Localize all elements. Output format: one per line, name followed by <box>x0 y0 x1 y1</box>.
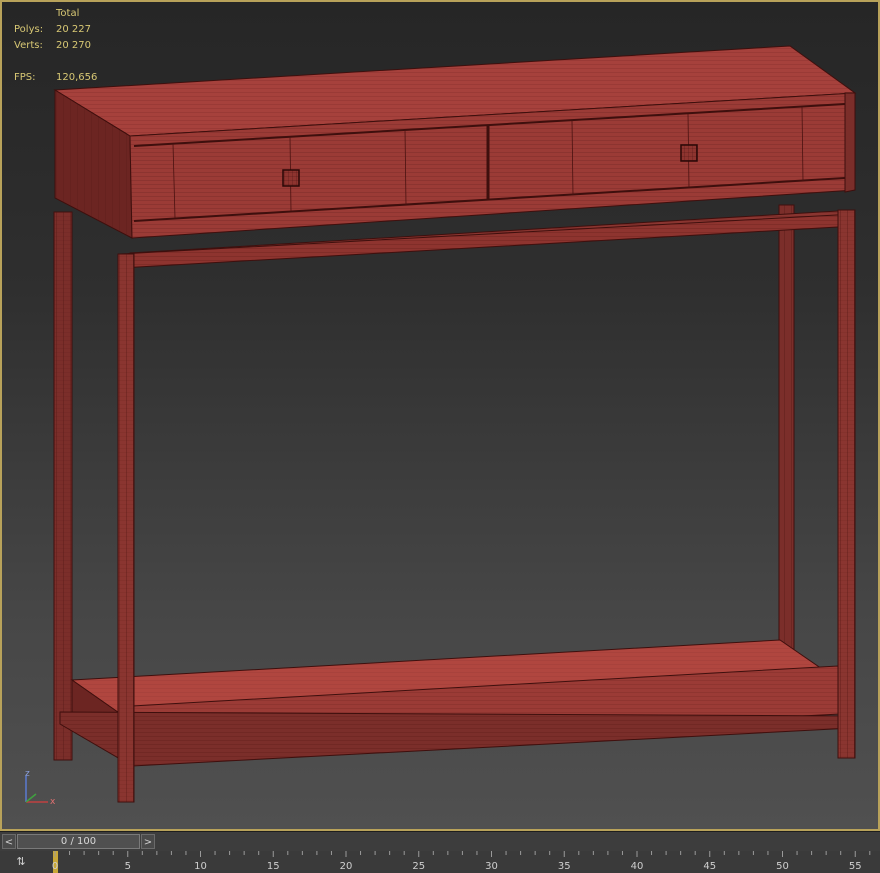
time-slider[interactable]: 0 / 100 <box>17 834 140 849</box>
right-drawer-knob <box>680 144 698 162</box>
polys-value: 20 227 <box>56 24 91 35</box>
stats-header: Total <box>56 8 80 19</box>
ruler-label: 45 <box>703 861 716 872</box>
next-frame-button[interactable]: > <box>141 834 155 849</box>
verts-value: 20 270 <box>56 40 91 51</box>
ruler-label: 25 <box>412 861 425 872</box>
axis-tripod-icon: z x <box>25 769 56 807</box>
ruler-label: 30 <box>485 861 498 872</box>
viewport-statistics: Total Polys: 20 227 Verts: 20 270 FPS: 120,… <box>14 6 97 86</box>
axis-z-label: z <box>25 769 30 779</box>
front-left-leg <box>117 253 135 803</box>
back-right-leg <box>778 204 795 651</box>
left-drawer-knob <box>282 169 300 187</box>
axis-x-label: x <box>50 797 56 807</box>
ruler-label: 0 <box>52 861 58 872</box>
ruler-label: 15 <box>267 861 280 872</box>
tabletop-box <box>53 45 857 239</box>
ruler-label: 40 <box>631 861 644 872</box>
perspective-viewport[interactable]: Total Polys: 20 227 Verts: 20 270 FPS: 120,… <box>0 0 880 831</box>
verts-label: Verts: <box>14 40 43 51</box>
previous-frame-button[interactable]: < <box>2 834 16 849</box>
fps-value: 120,656 <box>56 72 98 83</box>
track-bar[interactable]: ⇅ 0 5 10 15 20 25 30 35 40 45 50 55 <box>0 851 880 873</box>
ruler-label: 5 <box>125 861 131 872</box>
fps-label: FPS: <box>14 72 36 83</box>
ruler-label: 55 <box>849 861 862 872</box>
console-table-model <box>53 45 857 803</box>
ruler-label: 20 <box>340 861 353 872</box>
ruler-label: 10 <box>194 861 207 872</box>
track-bar-icon[interactable]: ⇅ <box>10 854 32 870</box>
frame-ruler[interactable]: 0 5 10 15 20 25 30 35 40 45 50 55 <box>50 851 880 873</box>
ruler-label: 50 <box>776 861 789 872</box>
ruler-label: 35 <box>558 861 571 872</box>
polys-label: Polys: <box>14 24 44 35</box>
front-right-leg <box>837 209 856 759</box>
back-left-leg <box>53 211 73 761</box>
time-slider-bar: < 0 / 100 > <box>0 831 880 852</box>
